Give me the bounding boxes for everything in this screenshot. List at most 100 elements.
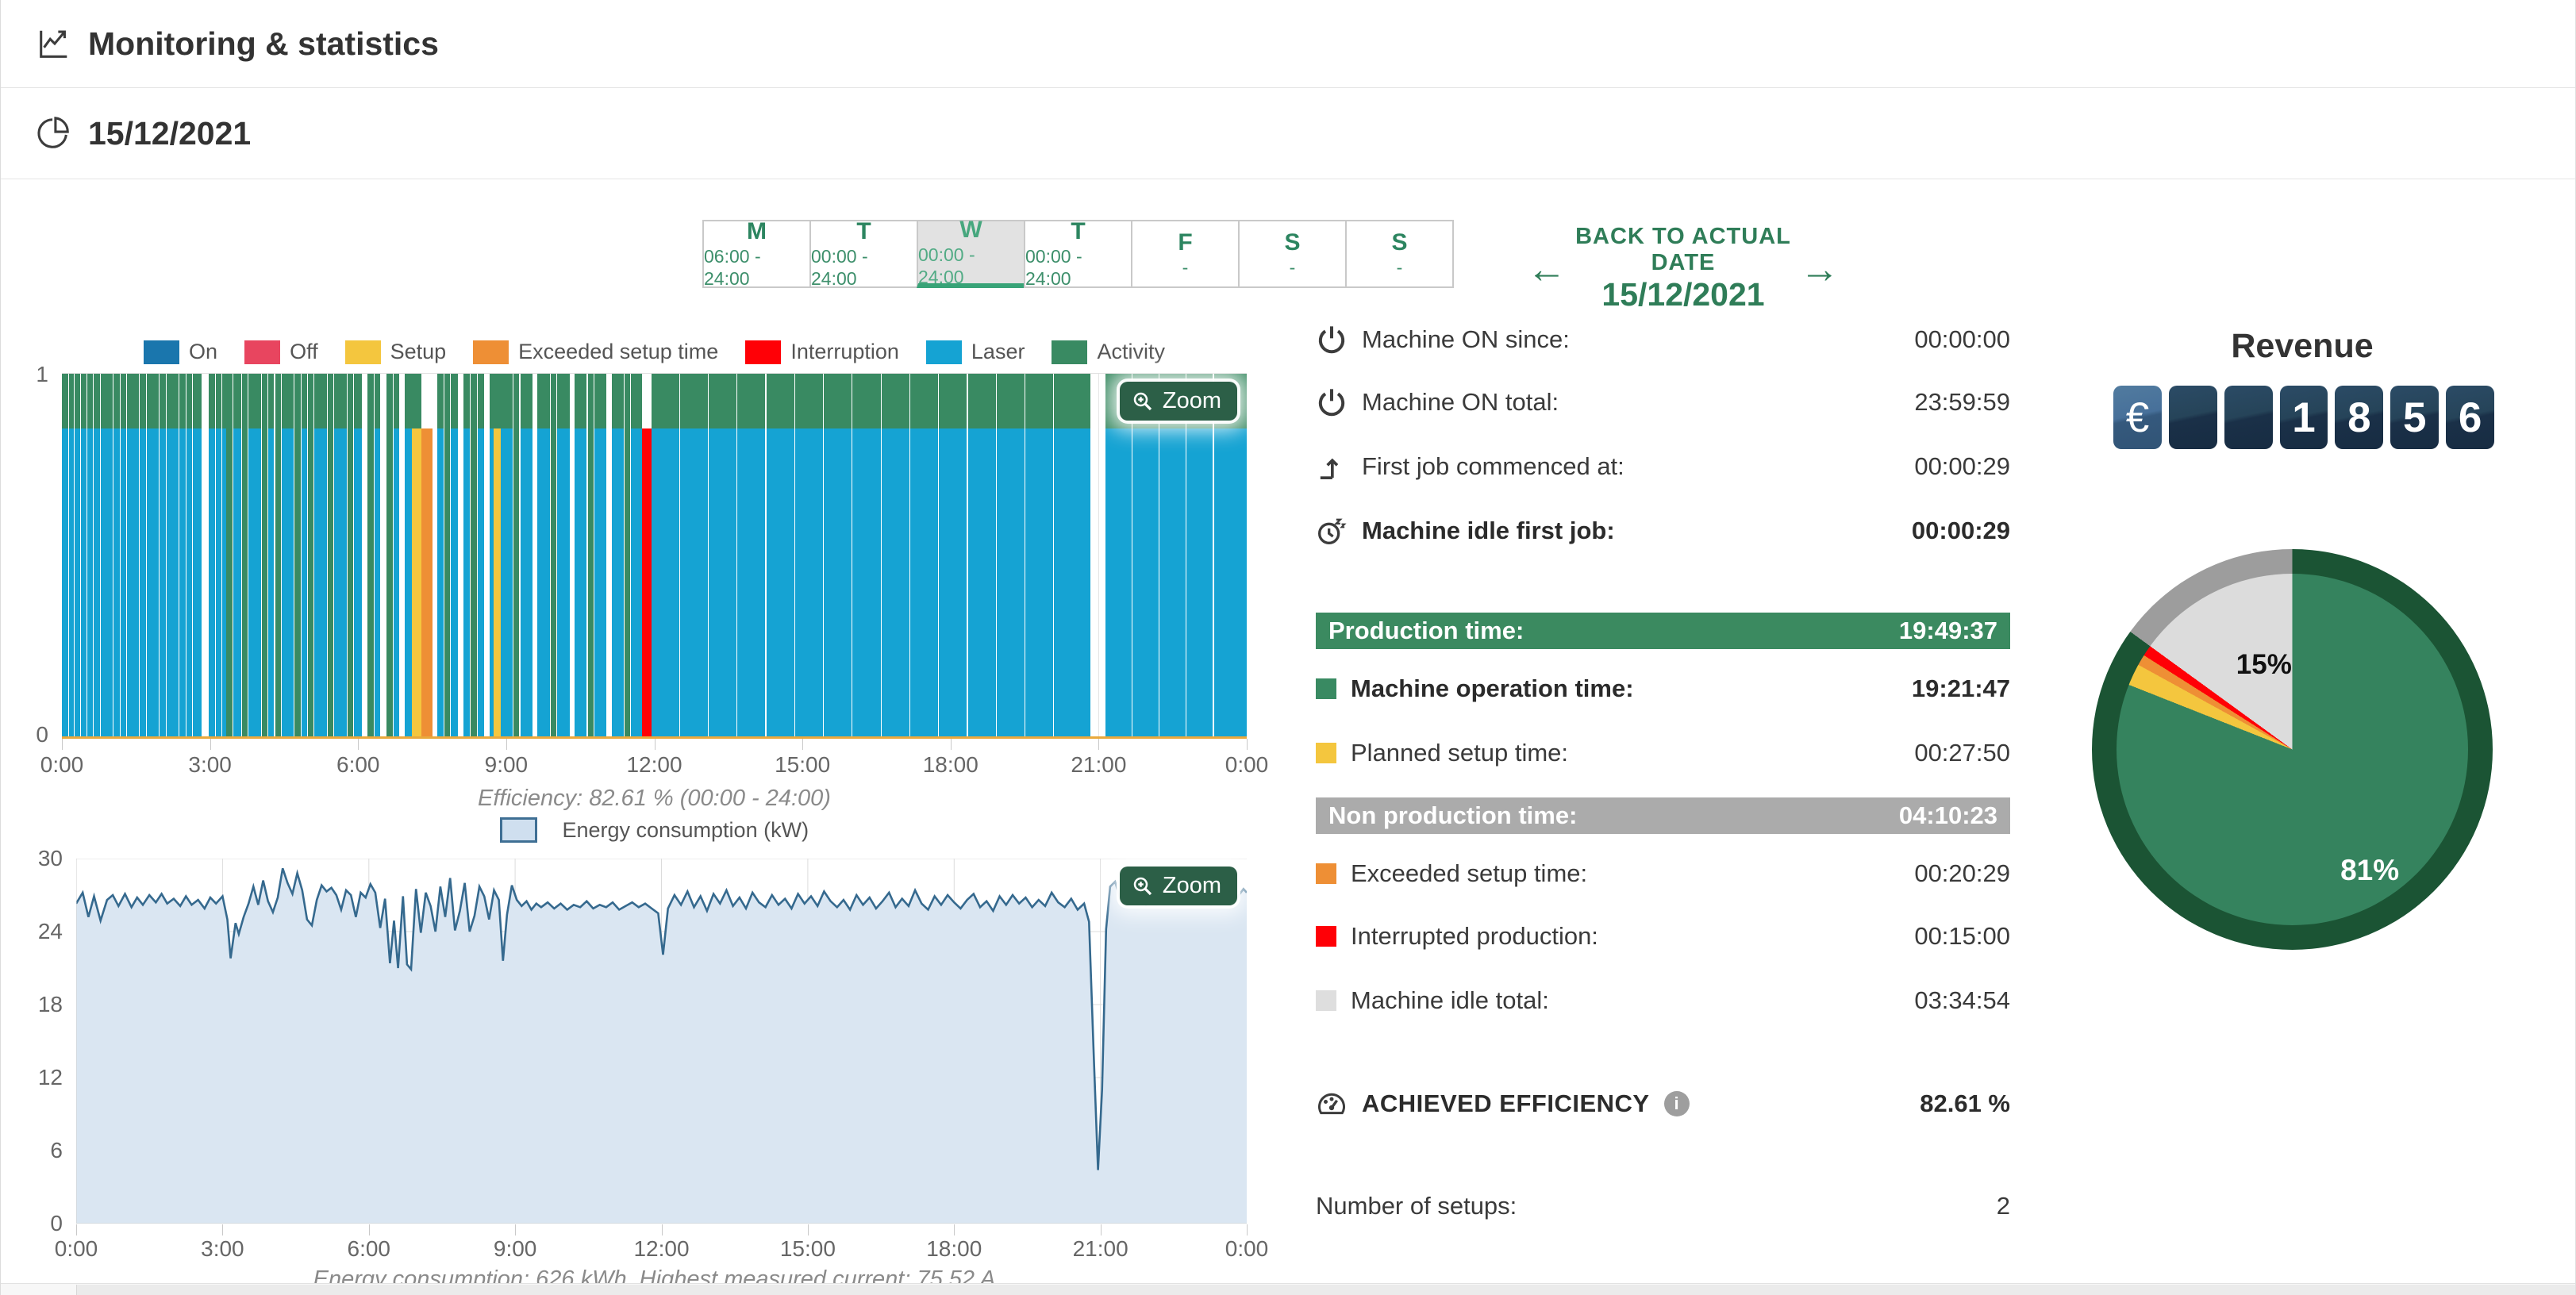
energy-zoom-button[interactable]: Zoom — [1120, 867, 1237, 905]
stat-first-job: First job commenced at: 00:00:29 — [1316, 448, 2010, 485]
section-label: Production time: — [1328, 617, 1524, 645]
timeline-x-ticks — [62, 739, 1247, 751]
next-day-arrow[interactable]: → — [1794, 249, 1846, 289]
stat-value: 2 — [1997, 1192, 2010, 1220]
legend-label: Exceeded setup time — [518, 340, 718, 364]
stat-label: Exceeded setup time: — [1351, 859, 1587, 888]
idle-swatch — [1316, 990, 1336, 1011]
legend-swatch — [345, 340, 381, 364]
stat-machine-on-total: Machine ON total: 23:59:59 — [1316, 384, 2010, 421]
legend-item: Laser — [926, 340, 1025, 364]
weekday-cell-0[interactable]: M06:00 - 24:00 — [702, 220, 811, 288]
legend-swatch — [1052, 340, 1087, 364]
exceeded-swatch — [1316, 863, 1336, 884]
scrollbar-thumb[interactable] — [76, 1285, 2575, 1295]
stat-number-of-setups: Number of setups: 2 — [1316, 1188, 2010, 1224]
machine-state-timeline-chart[interactable]: Zoom — [62, 373, 1247, 739]
week-selector: M06:00 - 24:00 T00:00 - 24:00 W00:00 - 2… — [704, 220, 1454, 288]
stat-planned-setup-time: Planned setup time: 00:27:50 — [1316, 735, 2010, 771]
info-icon[interactable]: i — [1664, 1091, 1690, 1116]
stat-value: 19:21:47 — [1912, 674, 2010, 703]
stat-value: 00:27:50 — [1914, 739, 2010, 767]
stat-label: ACHIEVED EFFICIENCY — [1362, 1089, 1650, 1118]
digit-tile: 1 — [2280, 386, 2328, 449]
stat-label: Machine ON since: — [1362, 325, 1570, 354]
interruption-swatch — [1316, 926, 1336, 947]
energy-consumption-chart[interactable]: Zoom — [76, 859, 1247, 1224]
back-to-actual-date[interactable]: BACK TO ACTUAL DATE 15/12/2021 — [1573, 224, 1794, 313]
legend-label: On — [189, 340, 217, 364]
x-axis-label: 9:00 — [494, 1236, 537, 1262]
weekday-label: M — [747, 218, 767, 245]
stat-label: Interrupted production: — [1351, 922, 1598, 951]
timeline-y-min: 0 — [17, 722, 48, 747]
weekday-cell-3[interactable]: T00:00 - 24:00 — [1024, 220, 1132, 288]
x-axis-label: 0:00 — [40, 752, 84, 778]
pie-chart-icon — [36, 115, 72, 152]
zoom-button-label: Zoom — [1163, 873, 1221, 899]
x-axis-label: 3:00 — [201, 1236, 244, 1262]
x-axis-label: 0:00 — [1225, 752, 1269, 778]
weekday-cell-5[interactable]: S- — [1238, 220, 1347, 288]
power-icon — [1316, 386, 1348, 418]
legend-label: Laser — [971, 340, 1025, 364]
energy-x-ticks — [76, 1224, 1247, 1237]
pie-label-main: 81% — [2340, 854, 2399, 887]
stat-value: 82.61 % — [1920, 1089, 2010, 1118]
stat-value: 00:15:00 — [1914, 922, 2010, 951]
y-axis-label: 6 — [23, 1138, 63, 1163]
weekday-cell-4[interactable]: F- — [1131, 220, 1240, 288]
weekday-range: 00:00 - 24:00 — [811, 245, 917, 290]
x-axis-label: 6:00 — [348, 1236, 391, 1262]
weekday-cell-2[interactable]: W00:00 - 24:00 — [917, 220, 1025, 288]
stat-value: 23:59:59 — [1914, 388, 2010, 417]
legend-item: Setup — [345, 340, 447, 364]
weekday-cell-1[interactable]: T00:00 - 24:00 — [809, 220, 918, 288]
stat-value: 00:00:00 — [1914, 325, 2010, 354]
legend-swatch — [244, 340, 280, 364]
efficiency-caption: Efficiency: 82.61 % (00:00 - 24:00) — [62, 786, 1247, 812]
stat-label: Planned setup time: — [1351, 739, 1568, 767]
weekday-label: S — [1391, 229, 1407, 256]
stat-value: 00:00:29 — [1912, 517, 2010, 545]
stat-label: Machine idle first job: — [1362, 517, 1615, 545]
digit-tile — [2169, 386, 2217, 449]
stat-machine-operation-time: Machine operation time: 19:21:47 — [1316, 671, 2010, 707]
y-axis-label: 30 — [23, 846, 63, 871]
legend-label: Off — [290, 340, 318, 364]
weekday-cell-6[interactable]: S- — [1345, 220, 1454, 288]
timeline-x-labels: 0:003:006:009:0012:0015:0018:0021:000:00 — [62, 752, 1247, 779]
pie-slices[interactable] — [2117, 574, 2468, 925]
timeline-baseline — [62, 736, 1247, 739]
gauge-icon — [1316, 1088, 1348, 1120]
legend-label: Activity — [1097, 340, 1165, 364]
x-axis-label: 21:00 — [1073, 1236, 1128, 1262]
legend-label: Setup — [390, 340, 447, 364]
power-icon — [1316, 324, 1348, 355]
x-axis-label: 0:00 — [55, 1236, 98, 1262]
y-axis-label: 18 — [23, 992, 63, 1017]
nav-date: 15/12/2021 — [1601, 276, 1764, 313]
stat-label: Number of setups: — [1316, 1192, 1517, 1220]
energy-legend-label: Energy consumption (kW) — [562, 818, 809, 843]
stat-achieved-efficiency: ACHIEVED EFFICIENCY i 82.61 % — [1316, 1086, 2010, 1122]
stat-value: 03:34:54 — [1914, 986, 2010, 1015]
weekday-label: T — [856, 218, 871, 245]
non-production-time-header: Non production time: 04:10:23 — [1316, 797, 2010, 834]
weekday-range: - — [1397, 256, 1403, 279]
current-date: 15/12/2021 — [88, 115, 251, 152]
timeline-zoom-button[interactable]: Zoom — [1120, 382, 1237, 421]
line-chart-icon — [36, 25, 72, 62]
legend-item: Exceeded setup time — [473, 340, 718, 364]
y-axis-label: 12 — [23, 1065, 63, 1090]
weekday-label: S — [1284, 229, 1300, 256]
zoom-in-icon — [1131, 874, 1155, 898]
x-axis-label: 0:00 — [1225, 1236, 1269, 1262]
setup-swatch — [1316, 743, 1336, 763]
legend-item: Activity — [1052, 340, 1165, 364]
stat-machine-idle-total: Machine idle total: 03:34:54 — [1316, 982, 2010, 1019]
x-axis-label: 21:00 — [1071, 752, 1126, 778]
prev-day-arrow[interactable]: ← — [1521, 249, 1573, 289]
legend-swatch — [473, 340, 509, 364]
section-value: 19:49:37 — [1899, 617, 1997, 645]
